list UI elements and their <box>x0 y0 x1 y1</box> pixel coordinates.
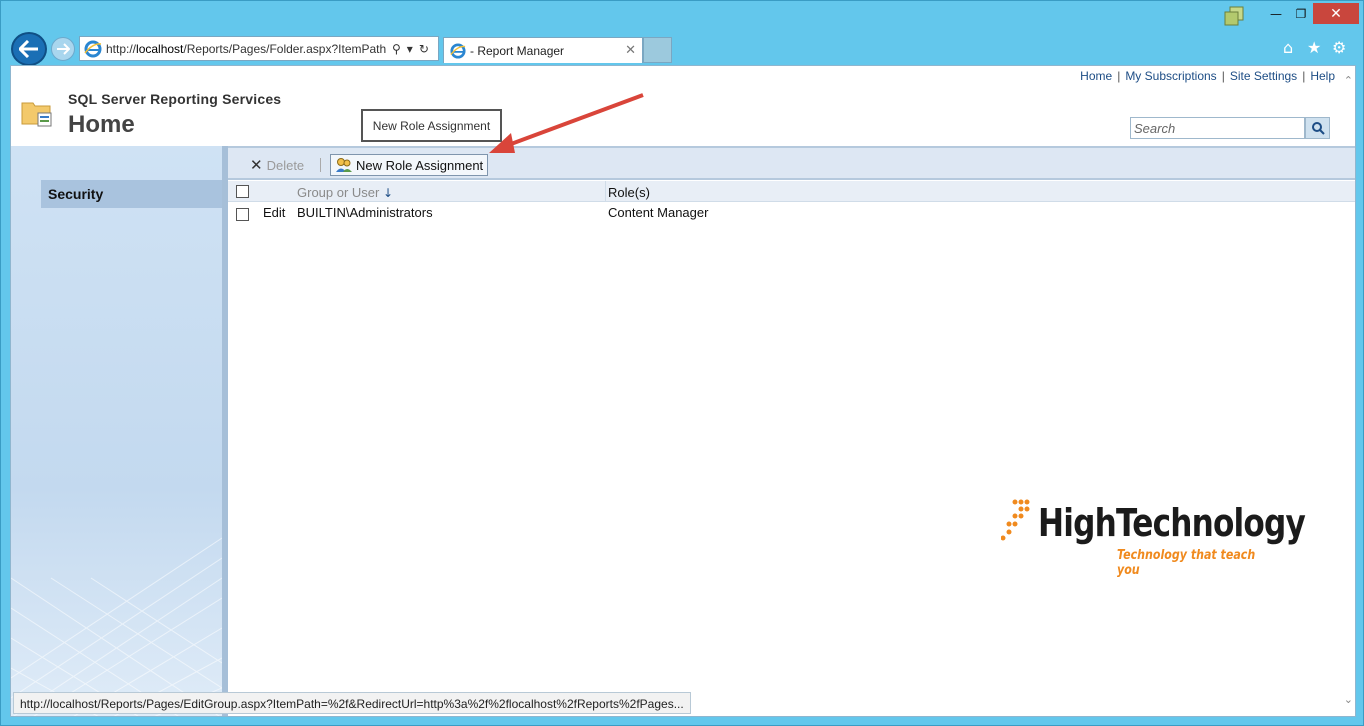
status-bar: http://localhost/Reports/Pages/EditGroup… <box>13 692 691 714</box>
new-role-assignment-label: New Role Assignment <box>356 157 484 173</box>
address-bar[interactable]: http://localhost/Reports/Pages/Folder.as… <box>79 36 439 61</box>
back-icon <box>19 40 38 58</box>
delete-label: Delete <box>266 157 305 173</box>
watermark-logo: HighTechnology Technology that teach you <box>1001 498 1306 578</box>
select-all-checkbox[interactable] <box>236 185 249 198</box>
table-row: Edit BUILTIN\Administrators Content Mana… <box>228 203 1355 223</box>
top-links: Home | My Subscriptions | Site Settings | H… <box>1080 69 1335 83</box>
link-help[interactable]: Help <box>1310 69 1335 83</box>
left-nav: Security <box>11 146 228 716</box>
scroll-down-icon[interactable]: ⌄ <box>1344 693 1353 706</box>
table-header: Group or User ↓ Role(s) <box>228 181 1355 202</box>
logo-tagline: Technology that teach you <box>1117 548 1256 578</box>
row-checkbox[interactable] <box>236 208 249 221</box>
new-role-assignment-button[interactable]: New Role Assignment <box>330 154 488 176</box>
new-tab-button[interactable] <box>643 37 672 63</box>
minimize-button[interactable]: — <box>1263 3 1289 24</box>
row-role: Content Manager <box>608 205 709 220</box>
search-input[interactable]: Search <box>1130 117 1305 139</box>
ie-icon <box>450 42 466 59</box>
search-icon[interactable]: ⚲ <box>392 42 401 56</box>
column-header-roles: Role(s) <box>605 181 650 202</box>
refresh-icon[interactable]: ↻ <box>419 42 429 56</box>
search-icon <box>1311 122 1325 135</box>
decorative-pattern <box>11 537 222 716</box>
toolbar-divider <box>320 158 321 172</box>
toolbar: ✕ Delete New Role Assignment <box>228 146 1355 180</box>
logo-mark <box>1001 499 1030 541</box>
sort-down-icon: ↓ <box>383 186 394 200</box>
star-icon[interactable]: ★ <box>1307 38 1321 58</box>
tab-close-icon[interactable]: ✕ <box>625 43 636 58</box>
ie-icon <box>84 40 102 57</box>
address-url[interactable]: http://localhost/Reports/Pages/Folder.as… <box>106 42 388 56</box>
delete-icon: ✕ <box>250 156 263 174</box>
tab-switch-icon[interactable] <box>1223 5 1245 27</box>
logo-name: HighTechnology <box>1038 501 1306 545</box>
gear-icon[interactable]: ⚙ <box>1332 38 1346 58</box>
link-my-subscriptions[interactable]: My Subscriptions <box>1125 69 1216 83</box>
forward-icon <box>57 43 70 55</box>
link-home[interactable]: Home <box>1080 69 1112 83</box>
add-user-icon <box>336 158 352 172</box>
page-content: Home | My Subscriptions | Site Settings | H… <box>10 65 1356 717</box>
delete-button[interactable]: ✕ Delete <box>250 156 304 174</box>
forward-button[interactable] <box>51 37 75 61</box>
back-button[interactable] <box>11 32 47 66</box>
tooltip-new-role-assignment: New Role Assignment <box>361 109 502 142</box>
dropdown-icon[interactable]: ▾ <box>407 42 413 56</box>
row-user: BUILTIN\Administrators <box>297 205 433 220</box>
folder-icon <box>21 102 52 127</box>
column-header-user[interactable]: Group or User ↓ <box>297 185 393 200</box>
suite-title: SQL Server Reporting Services <box>68 91 282 107</box>
link-site-settings[interactable]: Site Settings <box>1230 69 1297 83</box>
tab-title: - Report Manager <box>470 43 565 58</box>
scroll-up-icon[interactable]: ⌃ <box>1344 74 1353 87</box>
search-button[interactable] <box>1305 117 1330 139</box>
restore-button[interactable]: ❐ <box>1289 3 1313 24</box>
nav-item-security[interactable]: Security <box>41 180 222 208</box>
row-edit-link[interactable]: Edit <box>263 205 285 220</box>
close-button[interactable]: ✕ <box>1313 3 1359 24</box>
page-title: Home <box>68 111 135 138</box>
home-icon[interactable]: ⌂ <box>1283 38 1293 58</box>
tab-report-manager[interactable]: - Report Manager ✕ <box>443 37 643 63</box>
browser-window: — ❐ ✕ http://localhost/Reports/Pages/Fol… <box>0 0 1364 726</box>
